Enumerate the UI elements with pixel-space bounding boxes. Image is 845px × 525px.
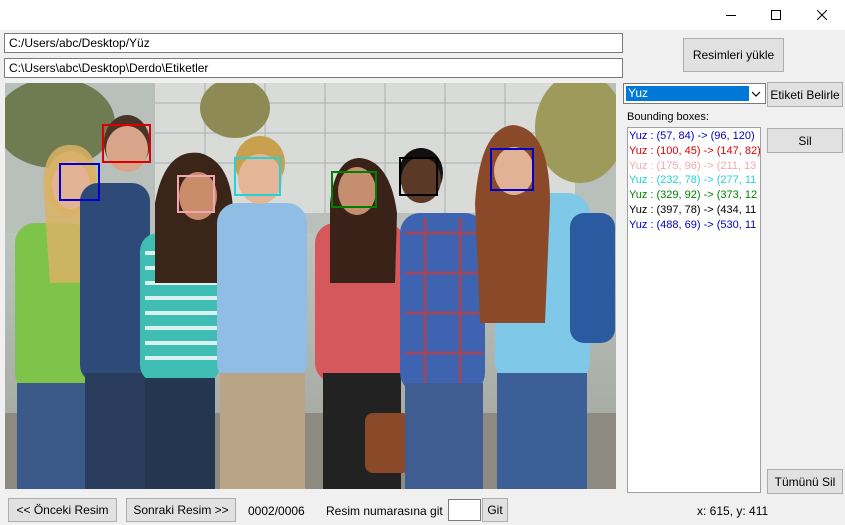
list-item[interactable]: Yuz : (329, 92) -> (373, 12 xyxy=(628,188,760,203)
minimize-icon xyxy=(726,15,736,16)
list-item[interactable]: Yuz : (175, 96) -> (211, 13 xyxy=(628,159,760,174)
list-item[interactable]: Yuz : (397, 78) -> (434, 11 xyxy=(628,203,760,218)
bbox-listbox[interactable]: Yuz : (57, 84) -> (96, 120) Yuz : (100, … xyxy=(627,127,761,493)
title-bar xyxy=(0,0,845,30)
list-item[interactable]: Yuz : (488, 69) -> (530, 11 xyxy=(628,218,760,233)
images-dir-field[interactable]: C:/Users/abc/Desktop/Yüz xyxy=(4,33,623,53)
goto-image-input[interactable] xyxy=(448,499,481,521)
cursor-coordinates: x: 615, y: 411 xyxy=(697,504,769,518)
go-button[interactable]: Git xyxy=(482,498,508,522)
image-counter: 0002/0006 xyxy=(248,504,305,518)
image-canvas[interactable] xyxy=(5,83,616,489)
close-icon xyxy=(817,10,827,20)
maximize-button[interactable] xyxy=(753,0,799,30)
goto-label: Resim numarasına git xyxy=(326,504,443,518)
list-item[interactable]: Yuz : (232, 78) -> (277, 11 xyxy=(628,173,760,188)
bbox-panel-title: Bounding boxes: xyxy=(627,111,709,123)
delete-button[interactable]: Sil xyxy=(767,128,843,153)
prev-image-button[interactable]: << Önceki Resim xyxy=(8,498,117,522)
delete-all-button[interactable]: Tümünü Sil xyxy=(767,469,843,494)
list-item[interactable]: Yuz : (100, 45) -> (147, 82) xyxy=(628,144,760,159)
maximize-icon xyxy=(771,10,781,20)
group-photo-image xyxy=(5,83,616,489)
load-images-button[interactable]: Resimleri yükle xyxy=(683,38,784,72)
close-button[interactable] xyxy=(799,0,845,30)
set-label-button[interactable]: Etiketi Belirle xyxy=(767,82,843,107)
labels-dir-field[interactable]: C:\Users\abc\Desktop\Derdo\Etiketler xyxy=(4,58,623,78)
label-select[interactable]: Yuz xyxy=(623,83,766,104)
list-item[interactable]: Yuz : (57, 84) -> (96, 120) xyxy=(628,129,760,144)
next-image-button[interactable]: Sonraki Resim >> xyxy=(126,498,236,522)
minimize-button[interactable] xyxy=(708,0,754,30)
label-select-value: Yuz xyxy=(626,86,749,101)
chevron-down-icon[interactable] xyxy=(747,84,765,103)
